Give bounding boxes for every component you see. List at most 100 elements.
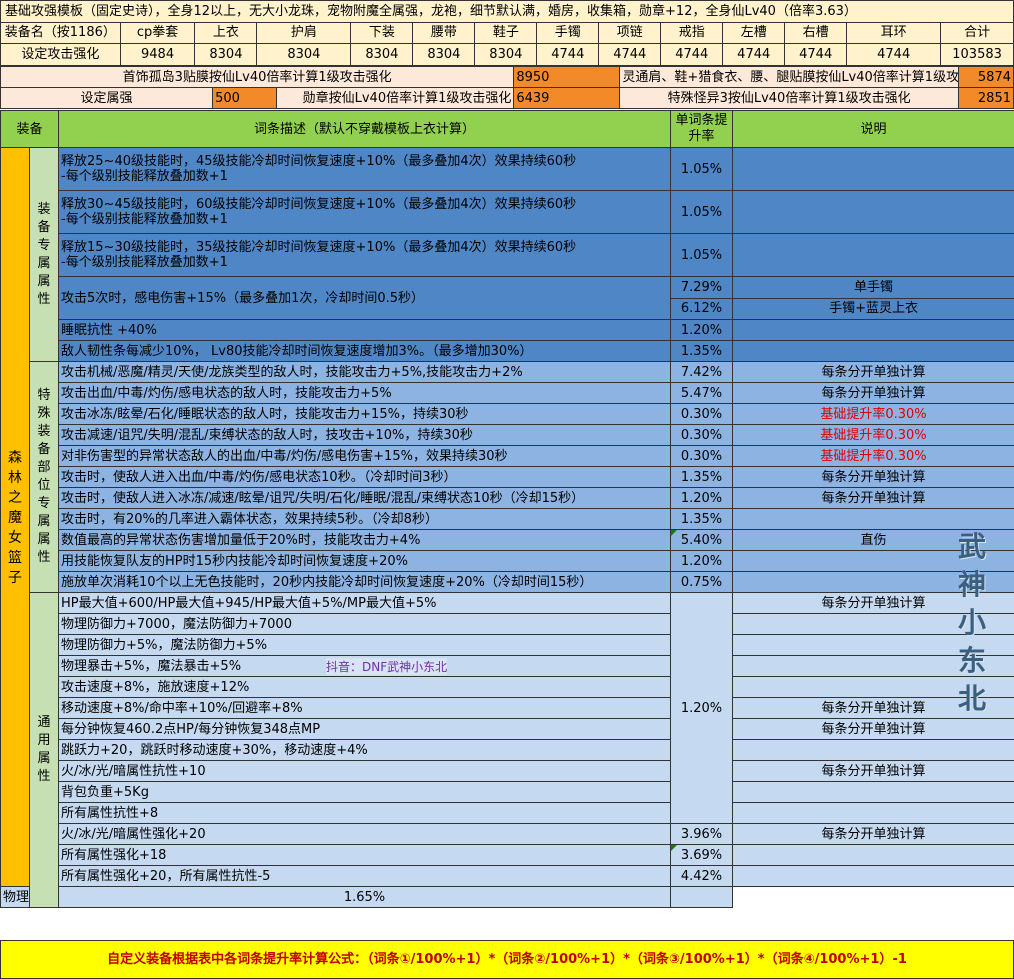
- note-cell[interactable]: [732, 844, 1014, 866]
- note-cell[interactable]: [732, 508, 1014, 530]
- atk-cell[interactable]: 4744: [536, 43, 600, 66]
- atk-cell[interactable]: 103583: [940, 43, 1014, 66]
- note-cell[interactable]: [732, 190, 1014, 234]
- desc-cell[interactable]: 攻击5次时，感电伤害+15%（最多叠加1次，冷却时间0.5秒）: [58, 276, 672, 320]
- desc-cell[interactable]: 睡眠抗性 +40%: [58, 319, 672, 341]
- rate-cell[interactable]: 5.40%: [670, 529, 734, 551]
- rate-cell[interactable]: 1.05%: [670, 233, 734, 277]
- desc-cell[interactable]: 攻击时，使敌人进入冰冻/减速/眩晕/诅咒/失明/石化/睡眠/混乱/束缚状态10秒…: [58, 487, 672, 509]
- rate-cell[interactable]: 7.42%: [670, 361, 734, 383]
- rate-cell[interactable]: 3.69%: [670, 844, 734, 866]
- desc-cell[interactable]: 跳跃力+20，跳跃时移动速度+30%，移动速度+4%: [58, 739, 672, 761]
- desc-cell[interactable]: 所有属性强化+20，所有属性抗性-5: [58, 865, 672, 887]
- rate-cell[interactable]: 1.20%: [670, 550, 734, 572]
- note-cell[interactable]: 每条分开单独计算: [732, 361, 1014, 383]
- rate-cell[interactable]: 0.30%: [670, 424, 734, 446]
- desc-cell[interactable]: 攻击时，使敌人进入出血/中毒/灼伤/感电状态10秒。（冷却时间3秒）: [58, 466, 672, 488]
- note-cell[interactable]: 每条分开单独计算: [732, 466, 1014, 488]
- rate-cell[interactable]: 0.30%: [670, 445, 734, 467]
- atk-cell[interactable]: 4744: [598, 43, 662, 66]
- rate-cell[interactable]: 1.20%: [670, 319, 734, 341]
- desc-cell[interactable]: 用技能恢复队友的HP时15秒内技能冷却时间恢复速度+20%: [58, 550, 672, 572]
- note-cell[interactable]: 单手镯: [732, 276, 1014, 299]
- note-cell[interactable]: [732, 865, 1014, 887]
- note-cell[interactable]: 基础提升率0.30%: [732, 445, 1014, 467]
- equip-header-cell[interactable]: 耳环: [846, 21, 942, 45]
- rate-cell[interactable]: 1.20%: [670, 487, 734, 509]
- info-value[interactable]: 8950: [513, 66, 621, 88]
- note-cell[interactable]: [732, 233, 1014, 277]
- desc-cell[interactable]: HP最大值+600/HP最大值+945/HP最大值+5%/MP最大值+5%: [58, 592, 672, 614]
- atk-cell[interactable]: 8304: [412, 43, 476, 66]
- equip-header-cell[interactable]: 鞋子: [474, 21, 538, 45]
- info-value[interactable]: 500: [212, 87, 277, 109]
- note-cell[interactable]: 基础提升率0.30%: [732, 403, 1014, 425]
- rate-cell[interactable]: 1.05%: [670, 190, 734, 234]
- atk-cell[interactable]: 8304: [350, 43, 414, 66]
- atk-cell[interactable]: 8304: [194, 43, 258, 66]
- rate-cell[interactable]: 4.42%: [670, 865, 734, 887]
- atk-cell[interactable]: 4744: [660, 43, 724, 66]
- note-cell[interactable]: 每条分开单独计算: [732, 718, 1014, 740]
- atk-cell[interactable]: 4744: [722, 43, 786, 66]
- desc-cell[interactable]: 攻击减速/诅咒/失明/混乱/束缚状态的敌人时，技攻击+10%，持续30秒: [58, 424, 672, 446]
- equip-header-cell[interactable]: 腰带: [412, 21, 476, 45]
- desc-cell[interactable]: 攻击机械/恶魔/精灵/天使/龙族类型的敌人时，技能攻击力+5%,技能攻击力+2%: [58, 361, 672, 383]
- desc-cell[interactable]: 对非伤害型的异常状态敌人的出血/中毒/灼伤/感电伤害+15%，效果持续30秒: [58, 445, 672, 467]
- rate-cell[interactable]: 1.65%: [58, 886, 672, 908]
- equip-header-cell[interactable]: 戒指: [660, 21, 724, 45]
- rate-cell[interactable]: 1.35%: [670, 340, 734, 362]
- note-cell[interactable]: [732, 781, 1014, 803]
- atk-cell[interactable]: 4744: [846, 43, 942, 66]
- desc-cell[interactable]: 背包负重+5Kg: [58, 781, 672, 803]
- desc-cell[interactable]: 数值最高的异常状态伤害增加量低于20%时，技能攻击力+4%: [58, 529, 672, 551]
- note-cell[interactable]: 每条分开单独计算: [732, 487, 1014, 509]
- note-cell[interactable]: [732, 739, 1014, 761]
- desc-cell[interactable]: 火/冰/光/暗属性强化+20: [58, 823, 672, 845]
- desc-cell[interactable]: 攻击速度+8%，施放速度+12%: [58, 676, 672, 698]
- desc-cell[interactable]: 攻击出血/中毒/灼伤/感电状态的敌人时，技能攻击力+5%: [58, 382, 672, 404]
- desc-cell[interactable]: 释放15~30级技能时，35级技能冷却时间恢复速度+10%（最多叠加4次）效果持…: [58, 233, 672, 277]
- equip-header-cell[interactable]: 装备名（按1186）: [0, 21, 121, 45]
- desc-cell[interactable]: 释放25~40级技能时，45级技能冷却时间恢复速度+10%（最多叠加4次）效果持…: [58, 147, 672, 191]
- rate-cell-merged[interactable]: 1.20%: [670, 592, 734, 824]
- note-cell[interactable]: 基础提升率0.30%: [732, 424, 1014, 446]
- desc-cell[interactable]: 攻击时，有20%的几率进入霸体状态，效果持续5秒。（冷却8秒）: [58, 508, 672, 530]
- equip-header-cell[interactable]: cp拳套: [119, 21, 196, 45]
- atk-cell[interactable]: 设定攻击强化: [0, 43, 121, 66]
- equip-header-cell[interactable]: 项链: [598, 21, 662, 45]
- desc-cell[interactable]: 物理暴击率+7%，魔法暴击率+7%，所有异常状态抗性-10%: [0, 886, 30, 908]
- rate-cell[interactable]: 5.47%: [670, 382, 734, 404]
- rate-cell[interactable]: 0.75%: [670, 571, 734, 593]
- atk-cell[interactable]: 4744: [784, 43, 848, 66]
- rate-cell[interactable]: 1.35%: [670, 508, 734, 530]
- desc-cell[interactable]: 所有属性强化+18: [58, 844, 672, 866]
- desc-cell[interactable]: 物理防御力+5%，魔法防御力+5%: [58, 634, 672, 656]
- equip-header-cell[interactable]: 手镯: [536, 21, 600, 45]
- desc-cell[interactable]: 攻击冰冻/眩晕/石化/睡眠状态的敌人时，技能攻击力+15%，持续30秒: [58, 403, 672, 425]
- note-cell[interactable]: [670, 886, 734, 908]
- desc-cell[interactable]: 移动速度+8%/命中率+10%/回避率+8%: [58, 697, 672, 719]
- rate-cell[interactable]: 1.05%: [670, 147, 734, 191]
- note-cell[interactable]: 每条分开单独计算: [732, 823, 1014, 845]
- atk-cell[interactable]: 8304: [474, 43, 538, 66]
- note-cell[interactable]: 每条分开单独计算: [732, 760, 1014, 782]
- desc-cell[interactable]: 释放30~45级技能时，60级技能冷却时间恢复速度+10%（最多叠加4次）效果持…: [58, 190, 672, 234]
- atk-cell[interactable]: 8304: [256, 43, 352, 66]
- desc-cell[interactable]: 每分钟恢复460.2点HP/每分钟恢复348点MP: [58, 718, 672, 740]
- note-cell[interactable]: [732, 802, 1014, 824]
- rate-cell[interactable]: 6.12%: [670, 297, 734, 320]
- desc-cell[interactable]: 物理防御力+7000，魔法防御力+7000: [58, 613, 672, 635]
- equip-header-cell[interactable]: 左槽: [722, 21, 786, 45]
- note-cell[interactable]: 每条分开单独计算: [732, 382, 1014, 404]
- desc-cell[interactable]: 火/冰/光/暗属性抗性+10: [58, 760, 672, 782]
- rate-cell[interactable]: 3.96%: [670, 823, 734, 845]
- equip-header-cell[interactable]: 上衣: [194, 21, 258, 45]
- rate-cell[interactable]: 1.35%: [670, 466, 734, 488]
- note-cell[interactable]: [732, 319, 1014, 341]
- note-cell[interactable]: [732, 340, 1014, 362]
- info-value[interactable]: 2851: [957, 87, 1014, 109]
- rate-cell[interactable]: 7.29%: [670, 276, 734, 299]
- desc-cell[interactable]: 所有属性抗性+8: [58, 802, 672, 824]
- note-cell[interactable]: 手镯+蓝灵上衣: [732, 297, 1014, 320]
